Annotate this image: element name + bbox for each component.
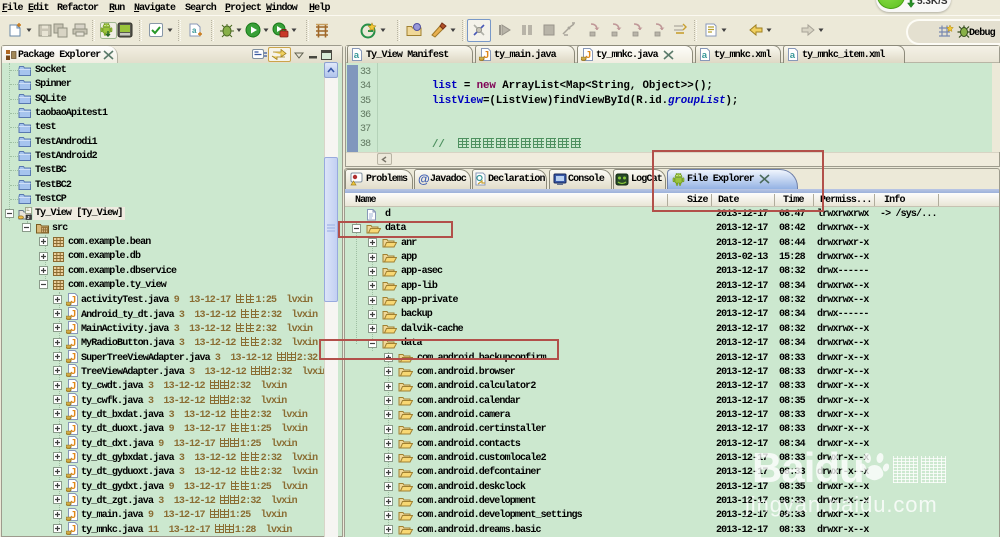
svg-text:a: a <box>192 26 197 35</box>
svg-text:@: @ <box>418 172 430 186</box>
svg-text:a: a <box>702 50 708 61</box>
svg-text:a: a <box>354 50 360 61</box>
svg-text:a: a <box>790 50 796 61</box>
